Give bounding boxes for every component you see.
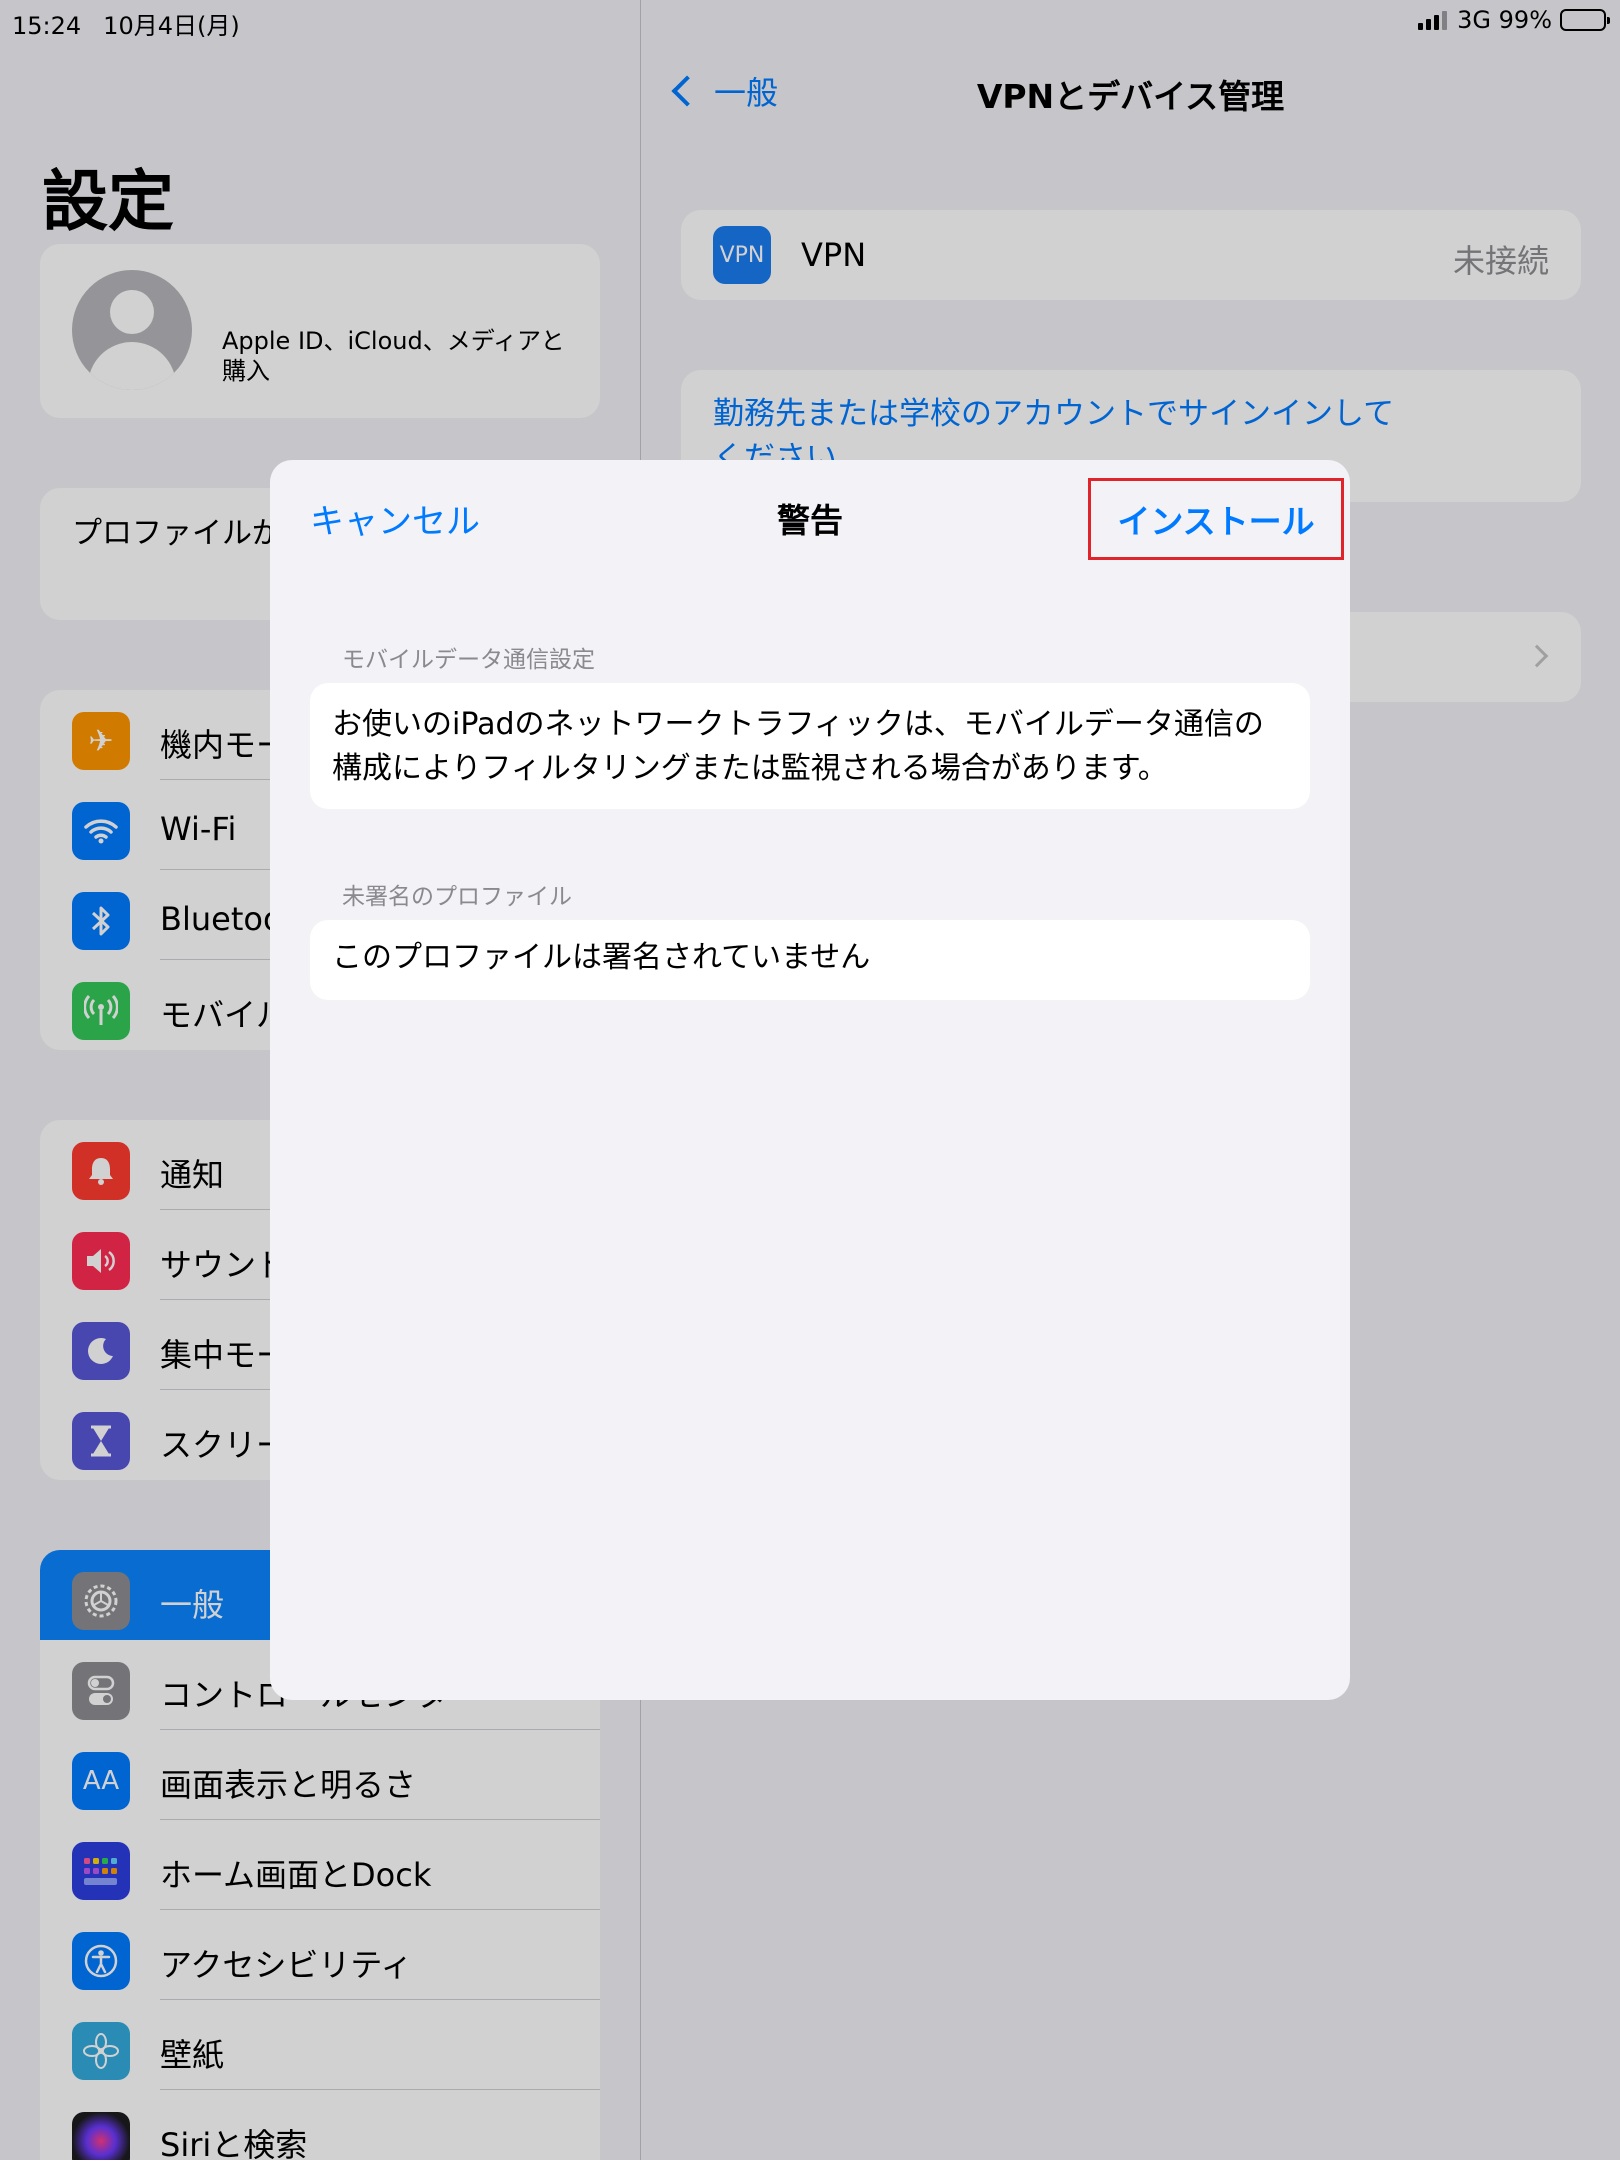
- section-header-mobile-data: モバイルデータ通信設定: [342, 647, 595, 673]
- status-bar-left: 15:24 10月4日(月): [12, 6, 240, 41]
- network-type: 3G: [1457, 6, 1492, 34]
- battery-icon: [1560, 9, 1610, 31]
- warning-sheet: キャンセル 警告 インストール モバイルデータ通信設定 お使いのiPadのネット…: [270, 460, 1350, 1700]
- status-bar-right: 3G 99%: [1418, 6, 1610, 34]
- unsigned-profile-text: このプロファイルは署名されていません: [332, 940, 871, 975]
- status-time: 15:24: [12, 12, 82, 40]
- mobile-data-warning-card: お使いのiPadのネットワークトラフィックは、モバイルデータ通信の構成によりフィ…: [310, 683, 1310, 809]
- install-button[interactable]: インストール: [1088, 478, 1344, 560]
- status-date: 10月4日(月): [103, 12, 240, 40]
- section-header-unsigned: 未署名のプロファイル: [342, 884, 572, 910]
- unsigned-profile-card: このプロファイルは署名されていません: [310, 920, 1310, 1000]
- mobile-data-warning-text: お使いのiPadのネットワークトラフィックは、モバイルデータ通信の構成によりフィ…: [332, 707, 1264, 786]
- cellular-signal-icon: [1418, 10, 1448, 30]
- battery-percent: 99%: [1498, 6, 1552, 34]
